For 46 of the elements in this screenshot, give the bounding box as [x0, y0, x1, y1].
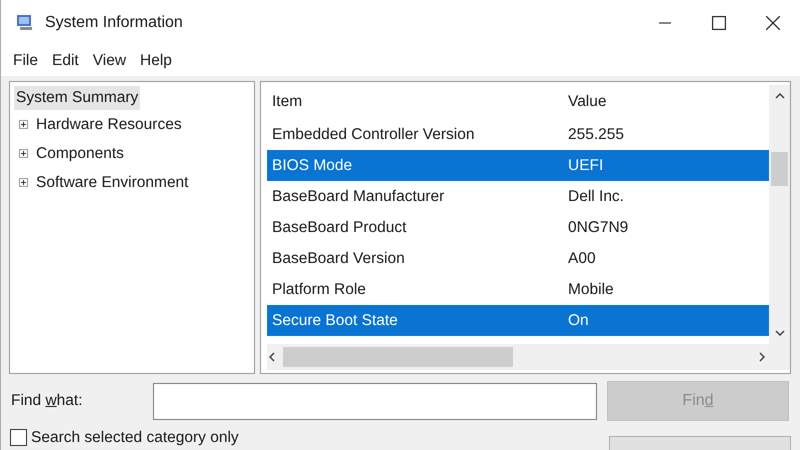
table-cell-text: On — [567, 312, 589, 330]
table-cell-text: Mobile — [567, 280, 614, 298]
table-cell-text: UEFI — [567, 156, 604, 174]
table-cell-text: Dell Inc. — [567, 188, 624, 206]
table-cell-text: BIOS Mode — [271, 156, 354, 174]
scrollbar-thumb[interactable] — [283, 347, 513, 367]
expand-icon[interactable] — [19, 149, 28, 158]
table-cell-text: Embedded Controller Version — [271, 126, 476, 144]
menu-item[interactable]: View — [86, 52, 134, 70]
maximize-icon — [712, 16, 726, 30]
table-row[interactable]: Platform Role Mobile — [267, 274, 769, 305]
tree-item[interactable]: Software Environment — [34, 172, 190, 192]
table-cell-text: BaseBoard Product — [271, 218, 408, 236]
checkbox[interactable] — [10, 429, 27, 446]
table-row[interactable]: Embedded Controller Version 255.255 — [267, 119, 769, 150]
column-header[interactable]: Value — [562, 93, 606, 111]
tree-item[interactable]: Components — [34, 144, 126, 164]
table-row[interactable]: Secure Boot State On — [267, 305, 769, 336]
horizontal-scrollbar[interactable] — [267, 344, 790, 370]
table-row[interactable]: BaseBoard Manufacturer Dell Inc. — [267, 181, 769, 212]
table-row[interactable]: BIOS Mode UEFI — [267, 150, 769, 181]
vertical-scrollbar[interactable] — [769, 85, 790, 344]
table-cell-text: 0NG7N9 — [567, 218, 628, 236]
tree-item[interactable]: System Summary — [14, 86, 140, 110]
menu-item[interactable]: Edit — [44, 52, 86, 70]
expand-icon[interactable] — [19, 120, 28, 129]
table-row[interactable]: BaseBoard Product 0NG7N9 — [267, 212, 769, 243]
find-field[interactable] — [153, 382, 597, 420]
menu-item[interactable]: File — [6, 52, 45, 70]
table-cell-text: Platform Role — [271, 280, 367, 298]
close-icon — [766, 16, 780, 30]
tree-item[interactable]: Hardware Resources — [34, 114, 184, 134]
table-cell-text: BaseBoard Manufacturer — [271, 188, 446, 206]
menu-item[interactable]: Help — [133, 52, 179, 70]
table-cell-text: BaseBoard Version — [271, 250, 406, 268]
find-label: Find what: — [11, 392, 84, 410]
table-cell-text: 255.255 — [567, 126, 624, 144]
expand-icon[interactable] — [19, 178, 28, 187]
window-title: System Information — [45, 14, 183, 32]
table-row[interactable]: BaseBoard Version A00 — [267, 243, 769, 274]
scrollbar-thumb[interactable] — [771, 152, 788, 186]
table-cell-text: Secure Boot State — [271, 312, 399, 330]
checkbox-label[interactable]: Search selected category only — [31, 428, 239, 448]
table-cell-text: A00 — [567, 250, 596, 268]
app-icon — [15, 12, 35, 32]
column-header[interactable]: Item — [267, 93, 562, 111]
